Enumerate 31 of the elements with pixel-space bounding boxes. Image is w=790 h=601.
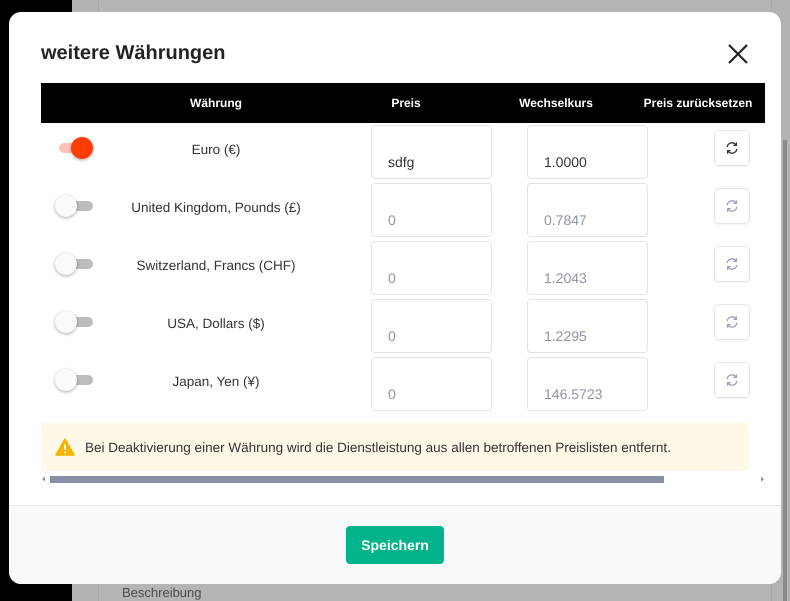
toggle-switch[interactable] <box>55 253 93 275</box>
close-button[interactable] <box>727 42 749 64</box>
column-header: Preis <box>390 96 422 110</box>
scroll-left-icon[interactable] <box>41 476 47 482</box>
price-field[interactable]: sdfg <box>371 125 492 179</box>
column-header: Wechselkurs <box>518 96 594 110</box>
reset-button[interactable] <box>714 130 750 166</box>
warning-text: Bei Deaktivierung einer Währung wird die Dienstleistung aus allen betroffenen Preislisten entfernt. <box>85 440 671 454</box>
currency-name: Japan, Yen (¥) <box>171 374 261 388</box>
column-header: Währung <box>189 96 243 110</box>
description-label: Beschreibung <box>122 586 202 600</box>
toggle-switch[interactable] <box>55 311 93 333</box>
refresh-icon <box>725 199 739 213</box>
refresh-icon <box>725 141 739 155</box>
currency-name: Euro (€) <box>190 142 242 156</box>
scrollbar[interactable] <box>783 140 787 601</box>
currency-name: USA, Dollars ($) <box>166 316 266 330</box>
column-header: Preis zurücksetzen <box>642 96 754 110</box>
exchange-rate-field[interactable]: 1.0000 <box>527 125 648 179</box>
refresh-icon <box>725 257 739 271</box>
toggle-switch[interactable] <box>55 369 93 391</box>
toggle-switch[interactable] <box>55 195 93 217</box>
currency-name: Switzerland, Francs (CHF) <box>135 258 297 272</box>
refresh-icon <box>725 315 739 329</box>
warning-icon <box>55 438 75 456</box>
scroll-right-icon[interactable] <box>759 476 765 482</box>
horizontal-scrollbar[interactable] <box>41 475 765 483</box>
currency-name: United Kingdom, Pounds (£) <box>130 200 302 214</box>
refresh-icon <box>725 373 739 387</box>
save-button[interactable]: Speichern <box>346 526 444 564</box>
dialog-title: weitere Währungen <box>41 42 226 65</box>
